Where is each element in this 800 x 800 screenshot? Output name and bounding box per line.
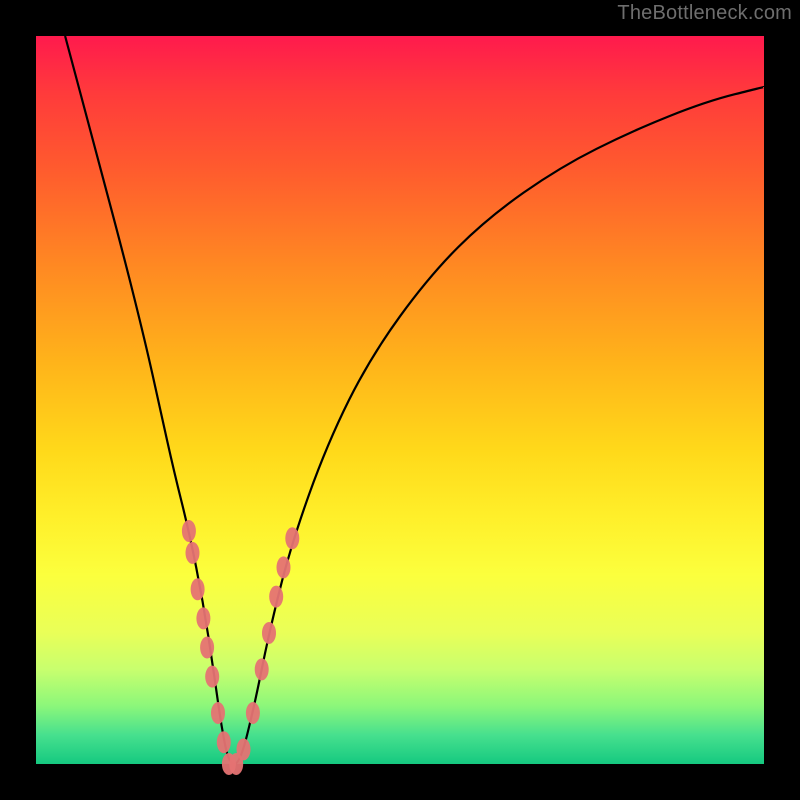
data-marker <box>237 738 251 760</box>
data-marker <box>217 731 231 753</box>
data-marker <box>211 702 225 724</box>
data-marker <box>191 578 205 600</box>
data-marker <box>262 622 276 644</box>
data-markers <box>182 520 299 775</box>
data-marker <box>205 666 219 688</box>
data-marker <box>277 556 291 578</box>
data-marker <box>196 607 210 629</box>
data-marker <box>186 542 200 564</box>
data-marker <box>285 527 299 549</box>
bottleneck-curve <box>65 36 764 764</box>
data-marker <box>200 637 214 659</box>
data-marker <box>182 520 196 542</box>
data-marker <box>246 702 260 724</box>
data-marker <box>269 586 283 608</box>
data-marker <box>255 658 269 680</box>
chart-overlay <box>36 36 764 764</box>
watermark-text: TheBottleneck.com <box>617 2 792 25</box>
chart-frame: TheBottleneck.com <box>0 0 800 800</box>
